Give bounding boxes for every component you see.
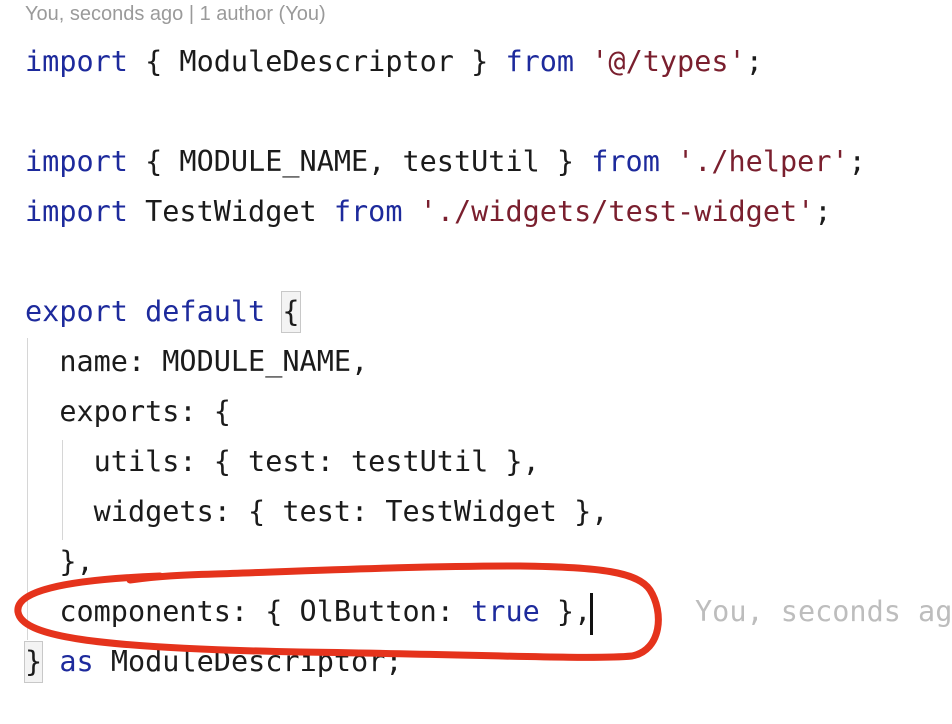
string-literal: './helper' (677, 145, 849, 178)
matched-brace-open: { (281, 291, 301, 333)
code-line-13[interactable]: } as ModuleDescriptor; (23, 641, 403, 683)
code-line-9[interactable]: utils: { test: testUtil }, (25, 442, 540, 482)
code-editor[interactable]: import { ModuleDescriptor } from '@/type… (0, 0, 952, 724)
keyword-import: import (25, 145, 128, 178)
keyword-import: import (25, 195, 128, 228)
code-text: ModuleDescriptor; (93, 645, 403, 678)
keyword-from: from (333, 195, 403, 228)
code-line-4[interactable]: import TestWidget from './widgets/test-w… (25, 192, 832, 232)
code-text: { MODULE_NAME, testUtil } (127, 145, 592, 178)
code-text: }, (539, 595, 592, 628)
code-line-12[interactable]: components: { OlButton: true }, (25, 592, 591, 632)
code-line-10[interactable]: widgets: { test: TestWidget }, (25, 492, 609, 532)
string-literal: '@/types' (591, 45, 746, 78)
code-text: ; (814, 195, 832, 228)
code-text: components: { OlButton: (25, 595, 472, 628)
code-text: TestWidget (127, 195, 334, 228)
code-text: ; (745, 45, 763, 78)
keyword-true: true (471, 595, 540, 628)
code-text: { ModuleDescriptor } (127, 45, 506, 78)
matched-brace-close: } (23, 641, 44, 683)
code-line-11[interactable]: }, (25, 542, 93, 582)
keyword-from: from (591, 145, 660, 178)
code-line-3[interactable]: import { MODULE_NAME, testUtil } from '.… (25, 142, 866, 182)
code-line-6[interactable]: export default { (25, 291, 301, 333)
keyword-export-default: export default (25, 295, 266, 328)
code-line-1[interactable]: import { ModuleDescriptor } from '@/type… (25, 42, 763, 82)
keyword-from: from (505, 45, 575, 78)
code-line-8[interactable]: exports: { (25, 392, 231, 432)
code-line-7[interactable]: name: MODULE_NAME, (25, 342, 368, 382)
text-cursor (590, 593, 593, 635)
inline-blame-annotation[interactable]: You, seconds ag (695, 592, 952, 632)
code-text: ; (848, 145, 866, 178)
keyword-import: import (25, 45, 128, 78)
string-literal: './widgets/test-widget' (419, 195, 815, 228)
keyword-as: as (59, 645, 94, 678)
